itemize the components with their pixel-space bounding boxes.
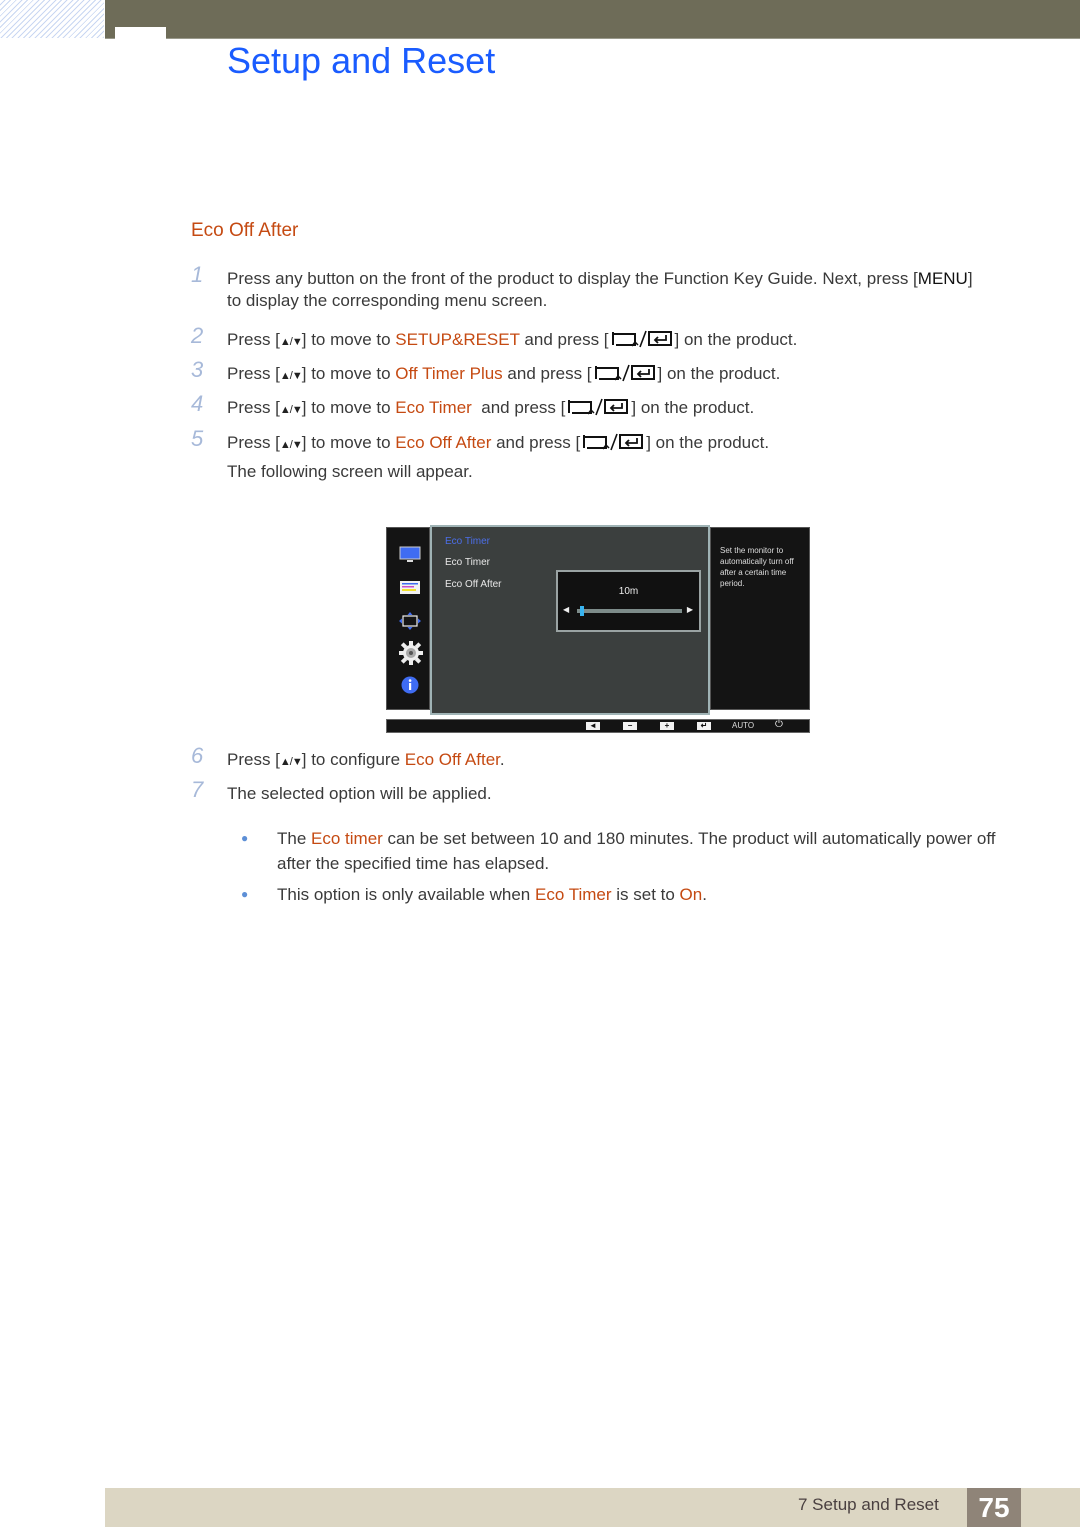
bullet-icon: ●	[241, 887, 249, 901]
osd-help-text: Set the monitor to automatically turn of…	[720, 546, 794, 588]
section-title: Eco Off After	[191, 220, 299, 241]
chapter-title: Setup and Reset	[227, 40, 496, 81]
menu-key: MENU	[917, 269, 968, 288]
picture-icon	[399, 546, 421, 564]
footer-chapter-label: 7 Setup and Reset	[798, 1495, 939, 1514]
osd-menu-title: Eco Timer	[445, 536, 491, 547]
slider-left-arrow-icon[interactable]: ◀	[563, 605, 569, 614]
osd-plus-button[interactable]: +	[660, 722, 674, 730]
source-enter-key-icon	[566, 397, 630, 424]
step-number: 4	[191, 391, 204, 416]
step-text: Press [▲/▼] to move to Eco Off After and…	[227, 429, 769, 459]
page-number: 75	[967, 1488, 1021, 1527]
header-bar	[105, 0, 1080, 39]
note-text: This option is only available when Eco T…	[277, 885, 707, 904]
step-text: Press [▲/▼] to move to Off Timer Plus an…	[227, 360, 780, 390]
step-number: 6	[191, 743, 204, 768]
color-icon	[399, 579, 421, 597]
osd-auto-button[interactable]: AUTO	[732, 721, 754, 730]
information-icon	[399, 676, 421, 694]
step-number: 2	[191, 323, 204, 348]
step-number: 3	[191, 357, 204, 382]
menu-target: Eco Timer	[395, 398, 472, 417]
up-down-arrow-icon: ▲/▼	[279, 370, 303, 382]
osd-slider-track[interactable]	[577, 606, 682, 616]
menu-target: SETUP&RESET	[395, 330, 520, 349]
note-text: The Eco timer can be set between 10 and …	[277, 829, 996, 873]
osd-value-box: 10m ◀ ▶	[556, 570, 701, 632]
up-down-arrow-icon: ▲/▼	[279, 404, 303, 416]
header-hatch-decoration	[0, 0, 104, 38]
following-screen-text: The following screen will appear.	[227, 462, 473, 481]
step-text: Press any button on the front of the pro…	[227, 269, 973, 288]
step-text: Press [▲/▼] to move to Eco Timer and pre…	[227, 394, 754, 424]
step-number: 5	[191, 426, 204, 451]
power-icon[interactable]: ⏻	[775, 719, 783, 730]
osd-sidebar	[386, 527, 430, 710]
step-text: Press [▲/▼] to configure Eco Off After.	[227, 750, 505, 769]
note-highlight: Eco timer	[311, 829, 383, 848]
step-text: The selected option will be applied.	[227, 784, 492, 803]
step-number: 7	[191, 777, 204, 802]
header-tab-marker	[115, 27, 166, 39]
source-enter-key-icon	[593, 363, 657, 390]
up-down-arrow-icon: ▲/▼	[279, 439, 303, 451]
osd-value-label: 10m	[618, 586, 639, 597]
note-highlight: On	[679, 885, 703, 904]
step-number: 1	[191, 262, 204, 287]
slider-right-arrow-icon[interactable]: ▶	[687, 605, 693, 614]
osd-menu-item-eco-off-after[interactable]: Eco Off After	[445, 579, 502, 590]
osd-slider-thumb[interactable]	[580, 606, 584, 616]
step-text: Press [▲/▼] to move to SETUP&RESET and p…	[227, 326, 797, 356]
osd-function-key-bar: ◄ − + ↵ AUTO ⏻	[386, 719, 810, 733]
step-1-continuation: to display the corresponding menu screen…	[227, 291, 548, 310]
up-down-arrow-icon: ▲/▼	[279, 336, 303, 348]
menu-target: Eco Off After	[395, 433, 492, 452]
setup-reset-icon	[399, 641, 423, 665]
osd-screenshot: Eco Timer Eco Timer Eco Off After 10m ◀ …	[386, 525, 810, 733]
source-enter-key-icon	[581, 432, 645, 459]
osd-enter-button[interactable]: ↵	[697, 722, 711, 730]
source-enter-key-icon	[610, 329, 674, 356]
osd-menu-panel: Eco Timer Eco Timer Eco Off After 10m ◀ …	[430, 525, 710, 715]
up-down-arrow-icon: ▲/▼	[279, 756, 303, 768]
osd-left-button[interactable]: ◄	[586, 722, 600, 730]
osd-help-panel: Set the monitor to automatically turn of…	[710, 527, 810, 710]
menu-target: Eco Off After	[404, 750, 500, 769]
osd-menu-item-eco-timer[interactable]: Eco Timer	[445, 557, 490, 568]
bullet-icon: ●	[241, 831, 249, 845]
osd-minus-button[interactable]: −	[623, 722, 637, 730]
note-highlight: Eco Timer	[534, 885, 612, 904]
size-position-icon	[399, 612, 421, 630]
menu-target: Off Timer Plus	[395, 364, 503, 383]
